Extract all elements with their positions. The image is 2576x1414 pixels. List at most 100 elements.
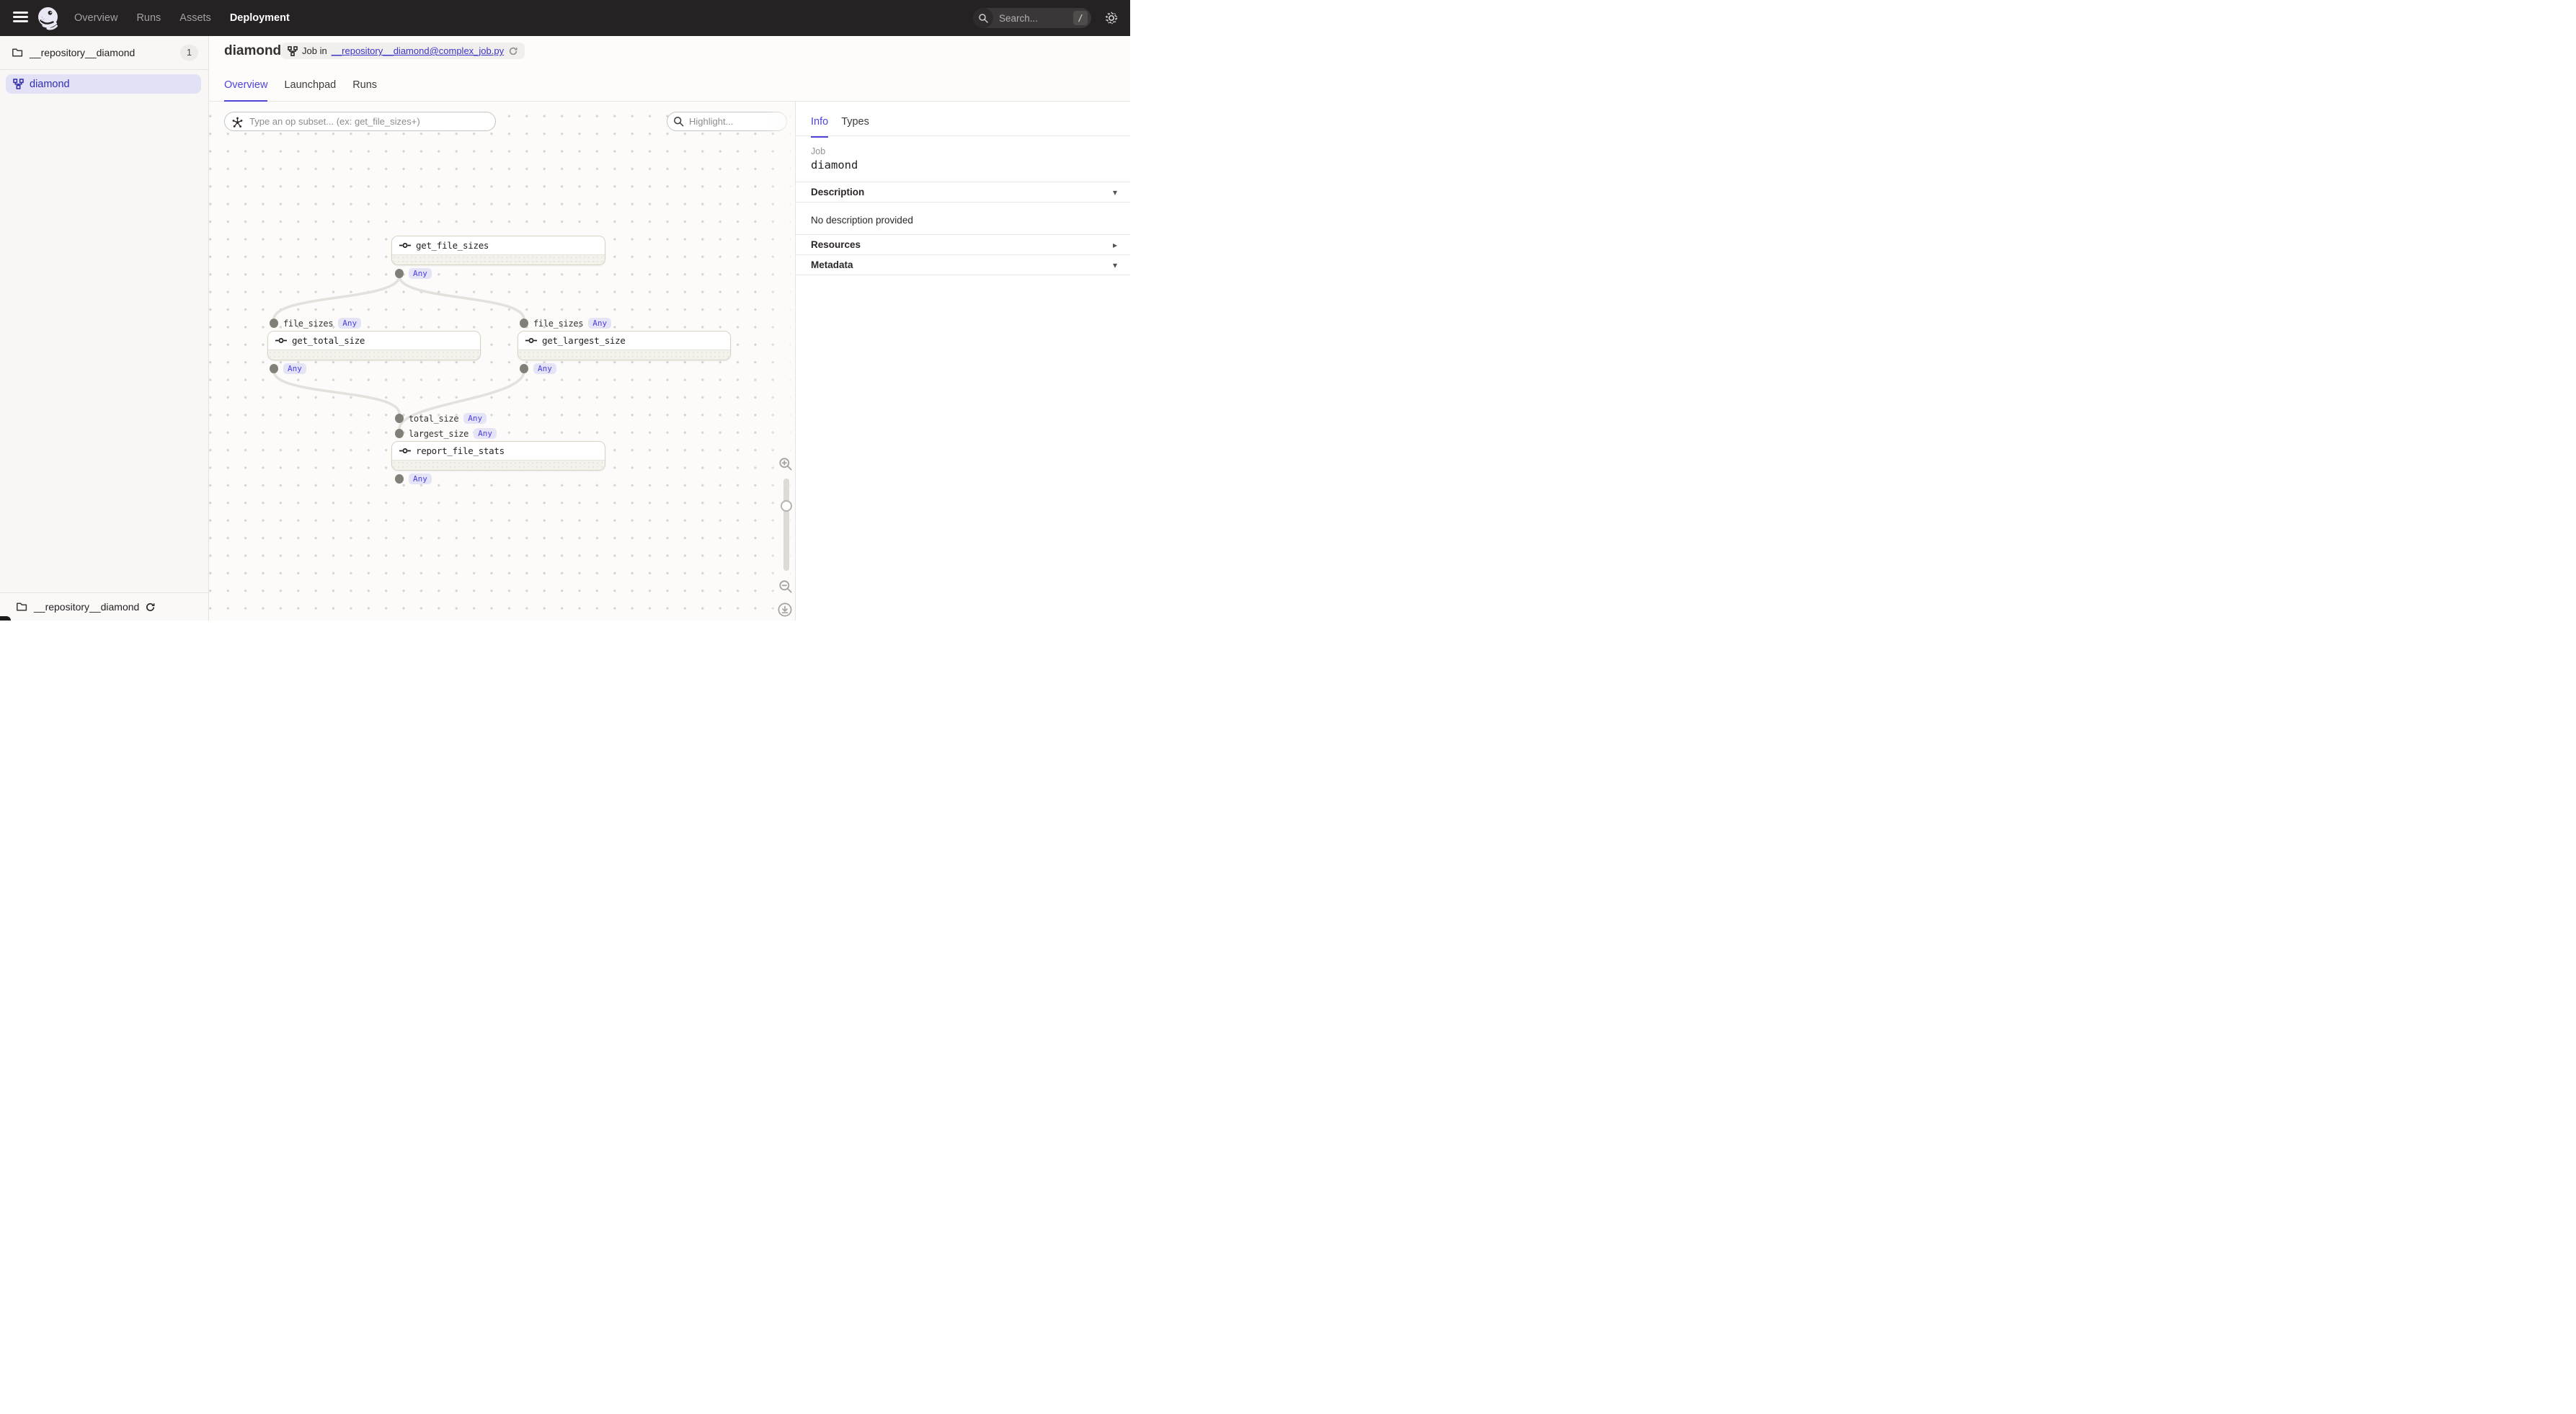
section-resources[interactable]: Resources ▸ bbox=[796, 234, 1130, 255]
input-name: file_sizes bbox=[283, 319, 333, 329]
nav-deployment[interactable]: Deployment bbox=[230, 12, 290, 24]
download-dag-icon[interactable] bbox=[777, 602, 793, 618]
job-field-value: diamond bbox=[811, 159, 858, 172]
section-description[interactable]: Description ▾ bbox=[796, 182, 1130, 203]
search-icon bbox=[973, 8, 993, 28]
type-badge-any[interactable]: Any bbox=[409, 473, 432, 484]
dagster-logo-icon[interactable] bbox=[35, 5, 61, 31]
menu-icon[interactable] bbox=[13, 12, 28, 25]
input-name: largest_size bbox=[409, 429, 468, 439]
highlight-search-icon bbox=[673, 116, 684, 127]
reload-repo-icon[interactable] bbox=[145, 602, 156, 613]
search-shortcut-key: / bbox=[1073, 11, 1088, 25]
input-total_size: total_size Any bbox=[395, 413, 487, 424]
op-icon bbox=[275, 337, 287, 344]
input-port bbox=[395, 414, 404, 423]
repo-name: __repository__diamond bbox=[30, 47, 180, 58]
output-port bbox=[270, 364, 278, 373]
output-get_largest_size: Any bbox=[520, 363, 556, 374]
dag-edges bbox=[209, 102, 795, 621]
highlight-input[interactable] bbox=[667, 112, 787, 131]
footer-repo-name: __repository__diamond bbox=[34, 601, 139, 613]
output-port bbox=[520, 364, 528, 373]
op-body bbox=[268, 350, 480, 360]
zoom-in-icon[interactable] bbox=[778, 456, 794, 472]
type-badge-any[interactable]: Any bbox=[588, 318, 611, 329]
op-name: get_largest_size bbox=[542, 335, 626, 346]
input-largest_size: largest_size Any bbox=[395, 428, 497, 439]
sidebar-footer: __repository__diamond bbox=[0, 592, 208, 621]
op-icon bbox=[399, 447, 411, 455]
tab-runs[interactable]: Runs bbox=[352, 79, 377, 102]
section-metadata[interactable]: Metadata ▾ bbox=[796, 254, 1130, 275]
job-repo-link[interactable]: __repository__diamond@complex_job.py bbox=[332, 45, 504, 56]
op-subset-input[interactable] bbox=[224, 112, 496, 131]
output-get_total_size: Any bbox=[270, 363, 306, 374]
tab-info[interactable]: Info bbox=[811, 116, 828, 138]
job-breadcrumb-pill: Job in __repository__diamond@complex_job… bbox=[281, 43, 525, 59]
description-body: No description provided bbox=[811, 215, 913, 226]
nav-overview[interactable]: Overview bbox=[74, 12, 117, 24]
search-placeholder: Search... bbox=[999, 13, 1073, 24]
job-header: diamond Job in __repository__diamond@com… bbox=[209, 36, 1130, 102]
tab-overview[interactable]: Overview bbox=[224, 79, 267, 102]
op-body bbox=[392, 254, 605, 264]
info-panel-tabs: Info Types bbox=[811, 116, 869, 138]
tab-launchpad[interactable]: Launchpad bbox=[284, 79, 336, 102]
panel-tab-divider bbox=[796, 135, 1130, 136]
type-badge-any[interactable]: Any bbox=[409, 268, 432, 279]
type-badge-any[interactable]: Any bbox=[463, 413, 487, 424]
toast-corner bbox=[0, 616, 11, 621]
sidebar-item-label: diamond bbox=[30, 79, 70, 90]
output-port bbox=[395, 474, 404, 484]
folder-icon bbox=[12, 47, 23, 58]
input-port bbox=[270, 319, 278, 328]
input-file_sizes-left: file_sizes Any bbox=[270, 318, 361, 329]
job-breadcrumb-prefix: Job in bbox=[302, 45, 327, 56]
job-field-label: Job bbox=[811, 146, 825, 156]
op-icon bbox=[525, 337, 537, 344]
type-badge-any[interactable]: Any bbox=[533, 363, 556, 374]
op-node-report_file_stats[interactable]: report_file_stats bbox=[391, 441, 605, 471]
job-tabs: Overview Launchpad Runs bbox=[224, 79, 377, 102]
op-selector-icon bbox=[231, 116, 244, 128]
type-badge-any[interactable]: Any bbox=[283, 363, 306, 374]
page-title: diamond bbox=[224, 43, 281, 59]
input-port bbox=[395, 429, 404, 438]
op-node-get_total_size[interactable]: get_total_size bbox=[267, 331, 481, 360]
reload-job-icon[interactable] bbox=[508, 46, 518, 56]
dagster-app: Overview Runs Assets Deployment Search..… bbox=[0, 0, 1130, 621]
zoom-out-icon[interactable] bbox=[778, 579, 794, 595]
chevron-right-icon: ▸ bbox=[1113, 240, 1117, 250]
sidebar-item-diamond[interactable]: diamond bbox=[6, 74, 201, 94]
input-name: total_size bbox=[409, 414, 458, 424]
sidebar: __repository__diamond 1 diamond __reposi… bbox=[0, 36, 209, 621]
chevron-down-icon: ▾ bbox=[1113, 187, 1117, 197]
op-name: report_file_stats bbox=[416, 445, 505, 456]
output-port bbox=[395, 269, 404, 278]
tab-types[interactable]: Types bbox=[841, 116, 869, 138]
zoom-slider-track[interactable] bbox=[783, 479, 789, 571]
type-badge-any[interactable]: Any bbox=[474, 428, 497, 439]
dag-canvas[interactable]: get_file_sizes Any file_sizes Any get_to… bbox=[209, 102, 795, 621]
nav-runs[interactable]: Runs bbox=[136, 12, 161, 24]
op-node-get_file_sizes[interactable]: get_file_sizes bbox=[391, 236, 605, 265]
nav-links: Overview Runs Assets Deployment bbox=[74, 0, 290, 36]
global-search-input[interactable]: Search... / bbox=[973, 8, 1091, 28]
nav-assets[interactable]: Assets bbox=[179, 12, 211, 24]
op-body bbox=[518, 350, 730, 360]
zoom-slider-handle[interactable] bbox=[781, 500, 792, 512]
top-nav: Overview Runs Assets Deployment Search..… bbox=[0, 0, 1130, 36]
settings-gear-icon[interactable] bbox=[1103, 10, 1119, 26]
info-panel: Info Types Job diamond Description ▾ No … bbox=[795, 102, 1130, 621]
type-badge-any[interactable]: Any bbox=[338, 318, 361, 329]
input-name: file_sizes bbox=[533, 319, 583, 329]
repo-header[interactable]: __repository__diamond 1 bbox=[0, 36, 208, 70]
input-file_sizes-right: file_sizes Any bbox=[520, 318, 611, 329]
input-port bbox=[520, 319, 528, 328]
op-body bbox=[392, 460, 605, 470]
chevron-down-icon: ▾ bbox=[1113, 260, 1117, 270]
op-node-get_largest_size[interactable]: get_largest_size bbox=[518, 331, 731, 360]
job-graph-icon bbox=[13, 79, 24, 89]
output-get_file_sizes: Any bbox=[395, 268, 432, 279]
